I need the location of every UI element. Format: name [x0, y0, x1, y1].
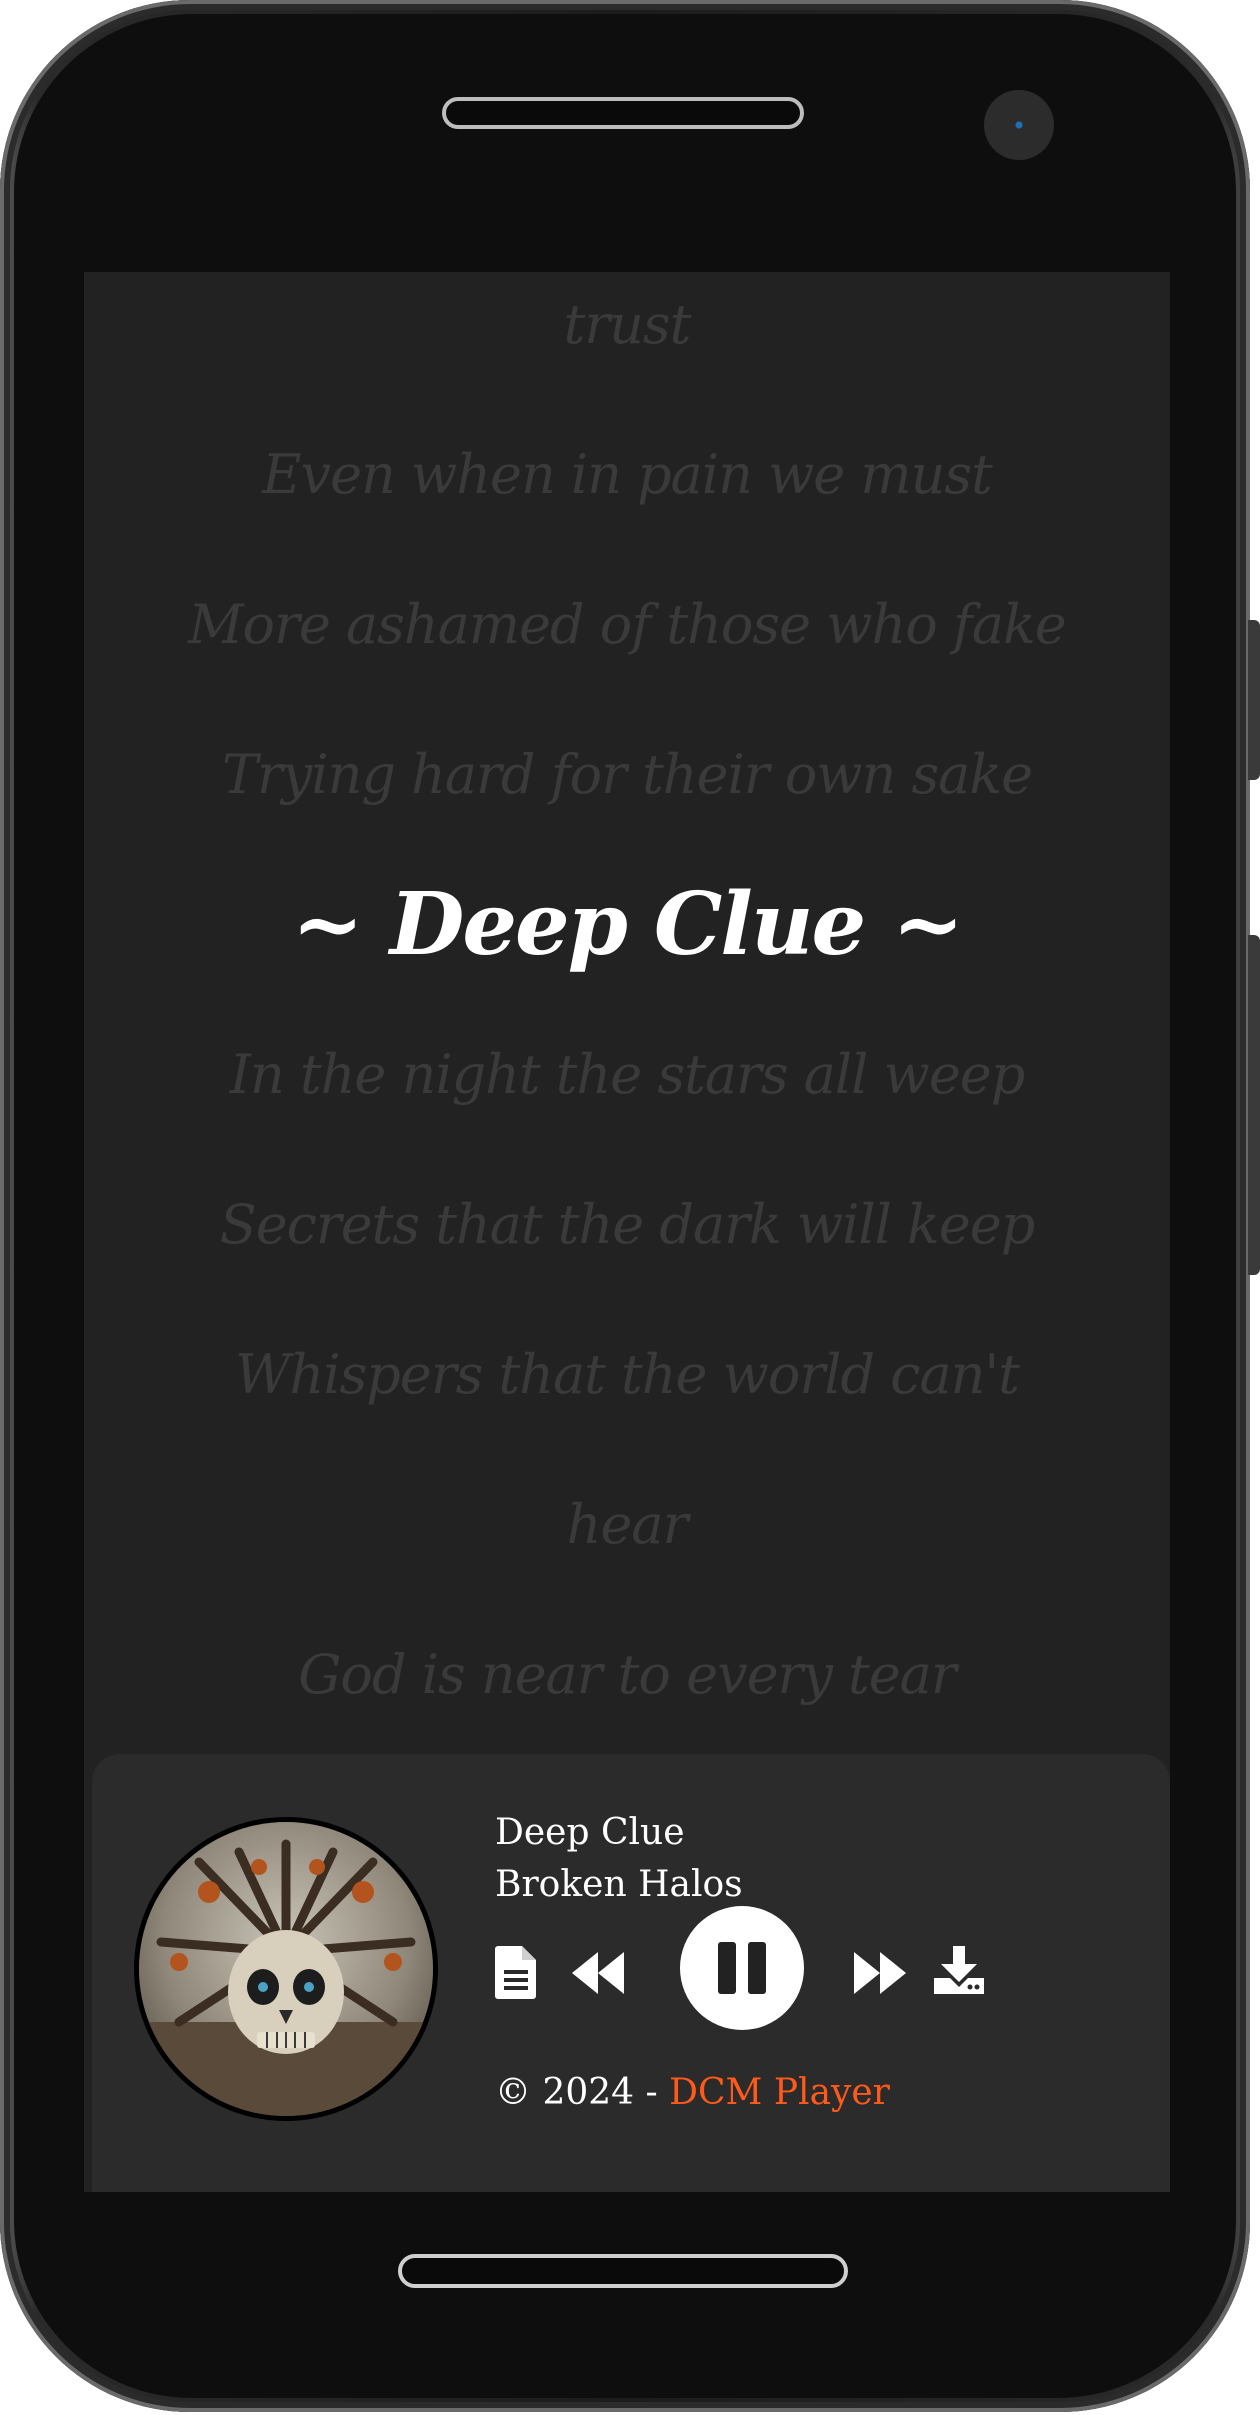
next-button[interactable]: [852, 1950, 908, 1996]
volume-button: [1248, 620, 1260, 780]
album-art-skull: [139, 1822, 433, 2116]
player-panel: Deep Clue Broken Halos © 2024 - DCM Play…: [92, 1754, 1170, 2192]
forward-icon: [854, 1952, 906, 1994]
front-camera: [984, 90, 1054, 160]
lyric-line[interactable]: trust: [84, 272, 1170, 400]
previous-button[interactable]: [570, 1950, 626, 1996]
pause-button[interactable]: [680, 1906, 804, 2030]
copyright-text: © 2024 -: [495, 2072, 670, 2113]
lyrics-button[interactable]: [494, 1944, 540, 2000]
lyric-line-active[interactable]: ~ Deep Clue ~: [84, 850, 1170, 1000]
home-bar: [398, 2254, 848, 2288]
footer-credit: © 2024 - DCM Player: [495, 2072, 890, 2113]
power-button: [1248, 935, 1260, 1275]
download-icon: [934, 1946, 984, 1994]
app-screen: trust Even when in pain we must More asham…: [84, 272, 1170, 2192]
song-album: Broken Halos: [495, 1864, 743, 1905]
file-text-icon: [495, 1946, 536, 1999]
lyric-line[interactable]: Trying hard for their own sake: [84, 700, 1170, 850]
brand-link[interactable]: DCM Player: [669, 2072, 890, 2113]
lyric-line[interactable]: God is near to every tear: [84, 1600, 1170, 1750]
lyric-line[interactable]: Even when in pain we must: [84, 400, 1170, 550]
album-cover: [134, 1817, 438, 2121]
download-button[interactable]: [932, 1944, 986, 1996]
lyric-line[interactable]: Secrets that the dark will keep: [84, 1150, 1170, 1300]
lyrics-list[interactable]: trust Even when in pain we must More asham…: [84, 272, 1170, 1900]
earpiece-speaker: [442, 97, 804, 129]
pause-icon: [718, 1942, 766, 1994]
lyric-line[interactable]: Whispers that the world can't: [84, 1300, 1170, 1450]
song-title: Deep Clue: [495, 1812, 685, 1853]
backward-icon: [572, 1952, 624, 1994]
lyric-line[interactable]: hear: [84, 1450, 1170, 1600]
lyric-line[interactable]: More ashamed of those who fake: [84, 550, 1170, 700]
lyric-line[interactable]: In the night the stars all weep: [84, 1000, 1170, 1150]
